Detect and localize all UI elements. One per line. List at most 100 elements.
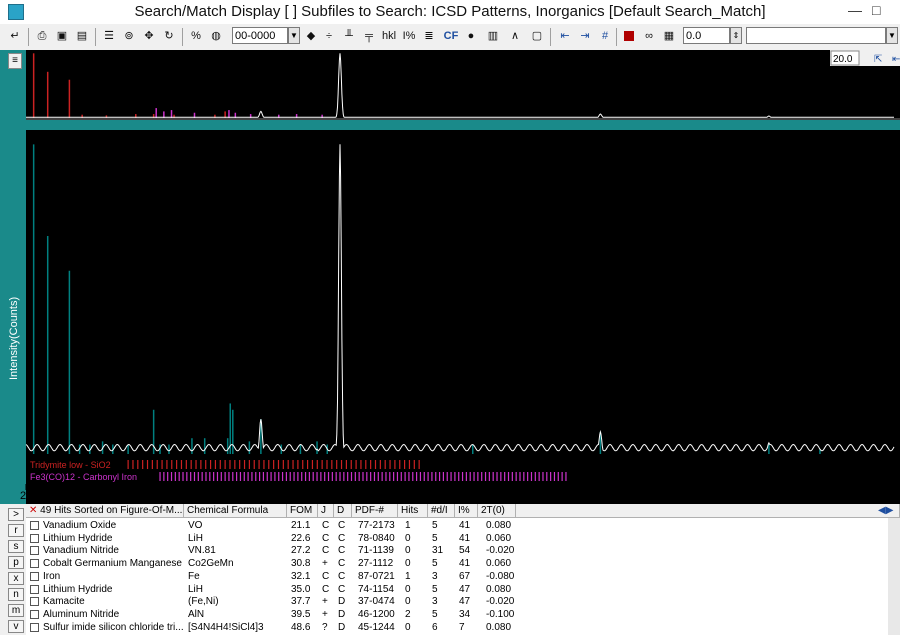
bar-track-1: [26, 459, 894, 470]
hits-count-header[interactable]: ✕ 49 Hits Sorted on Figure-Of-M...: [26, 504, 184, 518]
row-name-cell[interactable]: Cobalt Germanium Manganese: [43, 558, 182, 569]
options-icon[interactable]: ∞: [640, 27, 658, 45]
row-cell: 39.5: [291, 608, 311, 620]
close-x-icon[interactable]: ✕: [29, 505, 37, 516]
intensity-icon[interactable]: I%: [400, 27, 418, 45]
row-cell: 0: [405, 583, 411, 595]
value-field[interactable]: 0.0: [683, 27, 730, 44]
side-button-4[interactable]: x: [8, 572, 24, 585]
column-header[interactable]: Chemical Formula: [184, 504, 287, 518]
row-cell: 0: [405, 621, 411, 633]
row-cell: 41: [459, 532, 471, 544]
column-header[interactable]: J: [318, 504, 334, 518]
row-checkbox[interactable]: [30, 622, 39, 632]
row-cell: 31: [432, 545, 444, 557]
row-checkbox[interactable]: [30, 546, 39, 556]
row-cell: 5: [432, 520, 438, 531]
minimize-button[interactable]: —: [848, 2, 862, 18]
hash-icon[interactable]: #: [596, 27, 614, 45]
move-icon[interactable]: ✥: [140, 27, 158, 45]
column-header[interactable]: FOM: [287, 504, 318, 518]
export-icon[interactable]: ▤: [73, 27, 91, 45]
row-name-cell[interactable]: Vanadium Oxide: [43, 520, 116, 531]
flag-icon[interactable]: ◆: [302, 27, 320, 45]
row-checkbox[interactable]: [30, 533, 39, 543]
row-name-cell[interactable]: Sulfur imide silicon chloride tri...: [43, 622, 183, 633]
column-header[interactable]: Hits: [398, 504, 428, 518]
row-name-cell[interactable]: Lithium Hydride: [43, 533, 112, 544]
row-name-cell[interactable]: Iron: [43, 571, 60, 582]
row-name-cell[interactable]: Aluminum Nitride: [43, 609, 119, 620]
shift-right-icon[interactable]: ⇥: [576, 27, 594, 45]
row-checkbox[interactable]: [30, 559, 39, 569]
side-button-5[interactable]: n: [8, 588, 24, 601]
globe-icon[interactable]: ◍: [207, 27, 225, 45]
row-cell: C: [338, 532, 346, 544]
pdf-number-field[interactable]: 00-0000: [232, 27, 288, 44]
side-button-0[interactable]: >: [8, 508, 24, 521]
row-name-cell[interactable]: Kamacite: [43, 596, 85, 607]
stick-pattern-icon[interactable]: ▥: [484, 27, 502, 45]
side-button-1[interactable]: r: [8, 524, 24, 537]
row-cell: 41: [459, 558, 471, 570]
row-cell: 71-1139: [358, 545, 394, 557]
row-cell: (Fe,Ni): [188, 596, 219, 608]
d-spacing-icon[interactable]: ≣: [420, 27, 438, 45]
row-cell: +: [322, 596, 328, 608]
search-combo[interactable]: [746, 27, 886, 44]
row-checkbox[interactable]: [30, 597, 39, 607]
menu-button[interactable]: ≡: [8, 53, 22, 69]
chemical-formula-icon[interactable]: CF: [442, 27, 460, 45]
toolbar-separator: [182, 28, 183, 46]
list-scrollbar[interactable]: [888, 518, 900, 635]
peaks-icon[interactable]: ╨: [340, 27, 358, 45]
value-spinner[interactable]: ⇕: [730, 27, 742, 44]
print-icon[interactable]: ⎙: [33, 27, 51, 45]
column-header[interactable]: 2T(0): [478, 504, 516, 518]
peak-label-icon[interactable]: ╤: [360, 27, 378, 45]
range-step-icon[interactable]: ⇤: [892, 54, 900, 65]
column-header[interactable]: #d/I: [428, 504, 455, 518]
maximize-button[interactable]: □: [872, 2, 880, 18]
stepper-icon[interactable]: ÷: [320, 27, 338, 45]
nav-arrows-icon[interactable]: ◀▶: [878, 504, 893, 517]
percent-icon[interactable]: %: [187, 27, 205, 45]
back-arrow-icon[interactable]: ↵: [6, 27, 24, 45]
circle-icon[interactable]: ●: [462, 27, 480, 45]
row-cell: 30.8: [291, 558, 311, 570]
chart-icon[interactable]: ▦: [660, 27, 678, 45]
profile-icon[interactable]: ∧: [506, 27, 524, 45]
pdf-dropdown-button[interactable]: ▼: [288, 27, 300, 44]
side-button-2[interactable]: s: [8, 540, 24, 553]
diffraction-plot[interactable]: 20.0 ⇱ ⇤ Intensity(Counts) Tridymite low…: [0, 50, 900, 504]
row-cell: -0.100: [486, 608, 515, 620]
toolbar-separator: [616, 28, 617, 46]
row-cell: Co2GeMn: [188, 558, 234, 570]
save-icon[interactable]: ▣: [53, 27, 71, 45]
row-checkbox[interactable]: [30, 609, 39, 619]
refresh-icon[interactable]: ↻: [160, 27, 178, 45]
record-icon[interactable]: [620, 27, 638, 45]
row-checkbox[interactable]: [30, 521, 39, 530]
row-checkbox[interactable]: [30, 571, 39, 581]
y-axis-label: Intensity(Counts): [8, 297, 20, 380]
side-button-3[interactable]: p: [8, 556, 24, 569]
side-button-7[interactable]: v: [8, 620, 24, 633]
window-icon[interactable]: ▢: [528, 27, 546, 45]
row-name-cell[interactable]: Vanadium Nitride: [43, 545, 119, 556]
hkl-icon[interactable]: hkl: [380, 27, 398, 45]
row-name-cell[interactable]: Lithium Hydride: [43, 584, 112, 595]
row-cell: 0.080: [486, 583, 512, 595]
row-checkbox[interactable]: [30, 584, 39, 594]
column-header[interactable]: PDF-#: [352, 504, 398, 518]
search-combo-dropdown[interactable]: ▼: [886, 27, 898, 44]
x-tick-label: 60: [531, 490, 543, 502]
side-button-6[interactable]: m: [8, 604, 24, 617]
column-header[interactable]: D: [334, 504, 352, 518]
range-arrow-icon[interactable]: ⇱: [874, 54, 882, 65]
toolbar-separator: [95, 28, 96, 46]
column-header[interactable]: I%: [455, 504, 478, 518]
shift-left-icon[interactable]: ⇤: [556, 27, 574, 45]
filter-icon[interactable]: ⊚: [120, 27, 138, 45]
list-icon[interactable]: ☰: [100, 27, 118, 45]
